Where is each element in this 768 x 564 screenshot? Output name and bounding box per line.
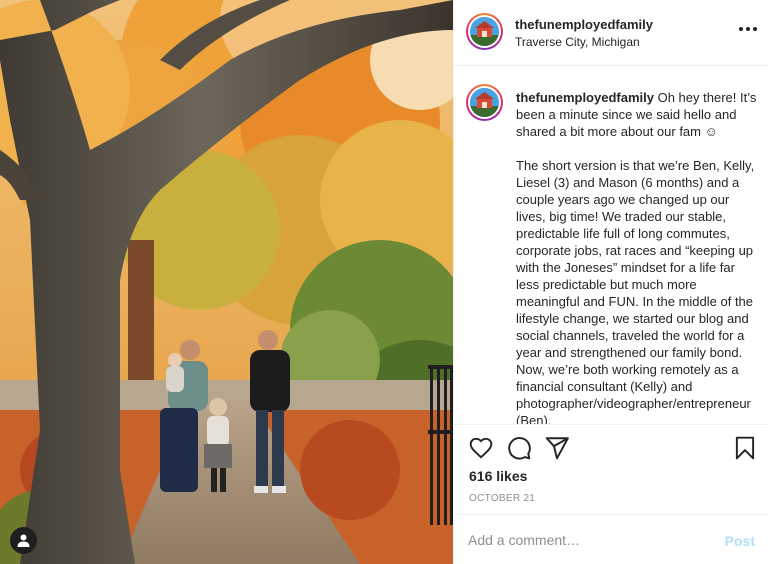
post-location[interactable]: Traverse City, Michigan — [515, 35, 640, 49]
heart-icon — [469, 437, 493, 459]
post-caption: thefunemployedfamily Oh hey there! It’s … — [516, 89, 758, 424]
caption-area: thefunemployedfamily Oh hey there! It’s … — [454, 67, 768, 424]
comment-bubble-icon — [508, 437, 531, 460]
caption-paragraph-2: The short version is that we’re Ben, Kel… — [516, 158, 755, 424]
paper-plane-icon — [545, 437, 569, 460]
post-side-panel: thefunemployedfamily Traverse City, Mich… — [453, 0, 768, 564]
caption-author-avatar[interactable] — [466, 84, 503, 121]
post-comment-button[interactable]: Post — [725, 533, 755, 549]
more-options-icon[interactable] — [739, 22, 757, 36]
avatar-image — [470, 88, 499, 117]
avatar-image — [470, 17, 499, 46]
comment-button[interactable] — [506, 435, 532, 461]
post-actions: 616 likes OCTOBER 21 — [454, 424, 768, 514]
share-button[interactable] — [544, 435, 570, 461]
save-button[interactable] — [732, 435, 758, 461]
caption-username[interactable]: thefunemployedfamily — [516, 90, 654, 105]
user-tag-icon — [17, 534, 30, 547]
autumn-family-walk-image — [0, 0, 453, 564]
like-button[interactable] — [468, 435, 494, 461]
bookmark-icon — [735, 436, 755, 460]
post-header: thefunemployedfamily Traverse City, Mich… — [454, 0, 768, 66]
likes-count[interactable]: 616 likes — [469, 468, 527, 484]
comment-input[interactable] — [468, 527, 708, 553]
author-avatar[interactable] — [466, 13, 503, 50]
user-tag-button[interactable] — [10, 527, 37, 554]
post-date[interactable]: OCTOBER 21 — [469, 493, 535, 504]
author-username[interactable]: thefunemployedfamily — [515, 17, 653, 32]
post-photo[interactable] — [0, 0, 453, 564]
add-comment-bar: Post — [454, 514, 768, 564]
